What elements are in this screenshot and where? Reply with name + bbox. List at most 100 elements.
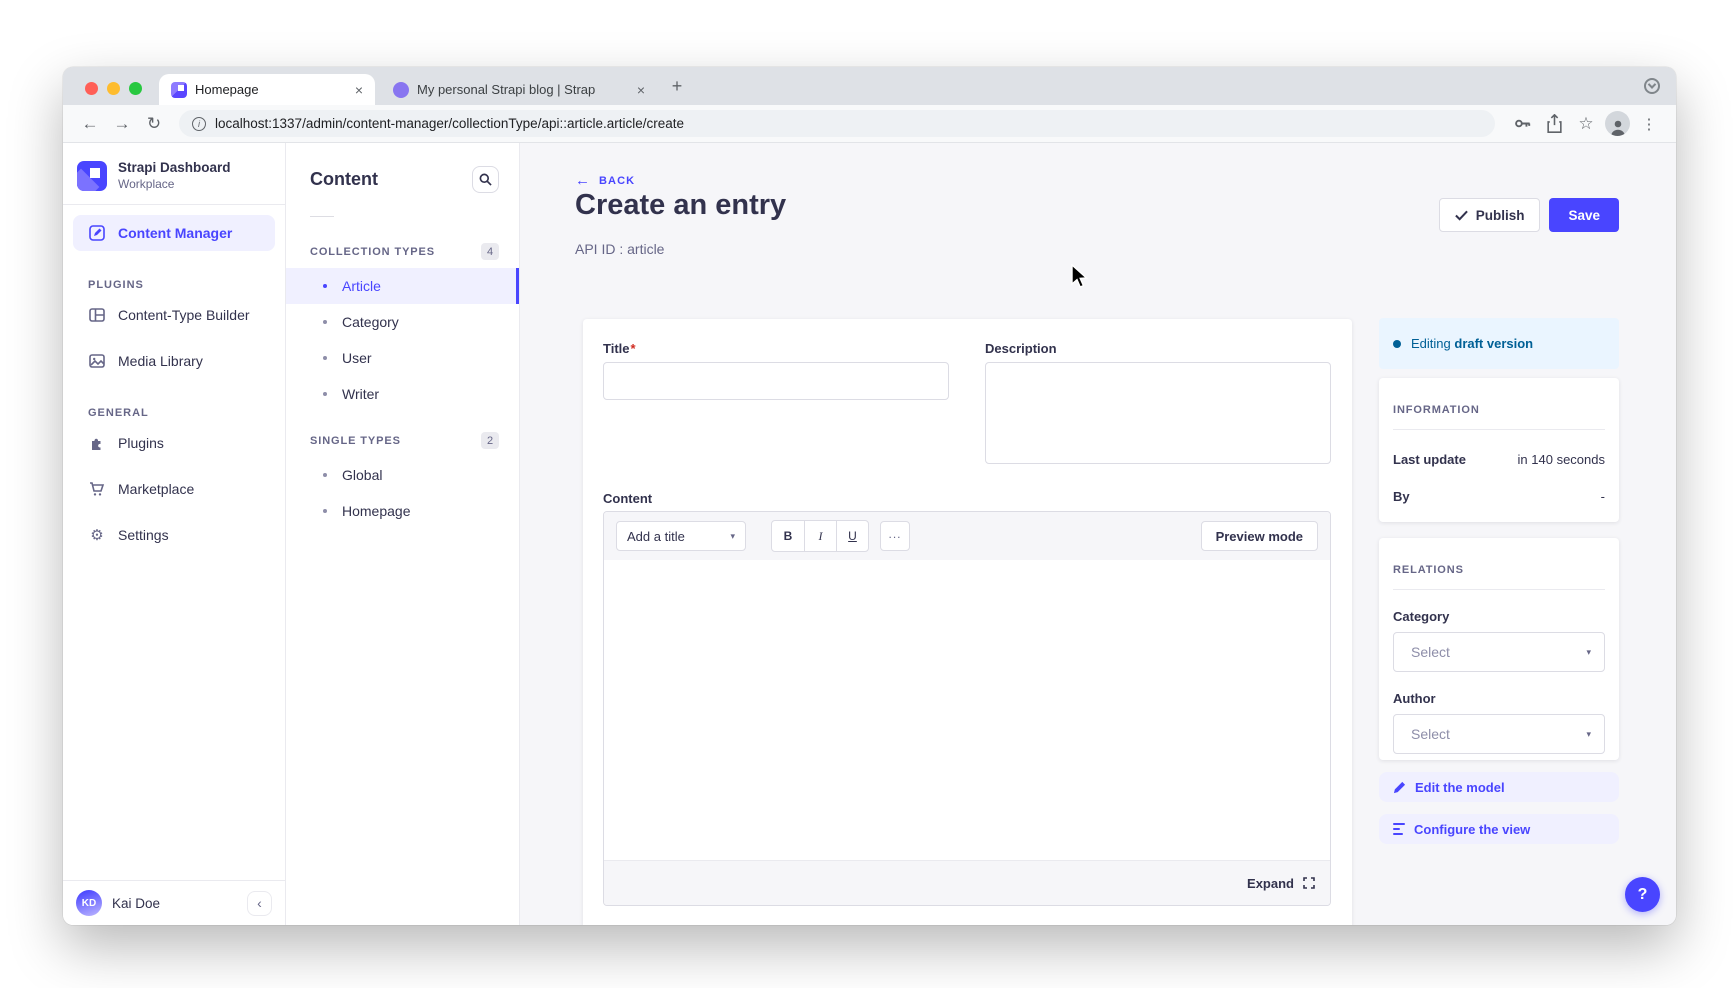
sidebar-item-label: Settings [118, 527, 169, 543]
forward-nav-icon[interactable]: → [109, 111, 135, 137]
edit-model-label: Edit the model [1415, 780, 1505, 795]
description-field-label: Description [985, 341, 1057, 356]
help-button[interactable]: ? [1625, 877, 1660, 912]
nav-item-article[interactable]: Article [286, 268, 519, 304]
bullet-icon [323, 356, 327, 360]
main-content: ← BACK Create an entry API ID : article … [520, 143, 1676, 925]
minimize-window-button[interactable] [107, 82, 120, 95]
save-button[interactable]: Save [1549, 198, 1619, 232]
entry-form-card: Title* Description Content Add a title ▾… [583, 319, 1352, 925]
bullet-icon [323, 320, 327, 324]
close-window-button[interactable] [85, 82, 98, 95]
close-tab-icon[interactable]: × [635, 82, 647, 98]
sidebar-item-label: Media Library [118, 353, 203, 369]
strapi-favicon [171, 82, 187, 98]
nav-item-category[interactable]: Category [286, 304, 519, 340]
edit-the-model-button[interactable]: Edit the model [1379, 772, 1619, 802]
content-nav: Content COLLECTION TYPES 4 Article Categ… [286, 143, 520, 925]
sidebar-item-settings[interactable]: ⚙ Settings [73, 517, 275, 553]
content-nav-title: Content [310, 169, 378, 190]
description-textarea[interactable] [985, 362, 1331, 464]
password-key-icon[interactable] [1509, 111, 1535, 137]
publish-button[interactable]: Publish [1439, 198, 1541, 232]
status-dot-icon [1393, 340, 1401, 348]
nav-item-writer[interactable]: Writer [286, 376, 519, 412]
underline-button[interactable]: U [836, 521, 868, 551]
tab-strapi-blog[interactable]: My personal Strapi blog | Strap × [381, 74, 657, 105]
sidebar-item-content-manager[interactable]: Content Manager [73, 215, 275, 251]
nav-item-label: Homepage [342, 503, 411, 519]
address-bar[interactable]: i localhost:1337/admin/content-manager/c… [179, 110, 1495, 137]
save-label: Save [1568, 208, 1600, 223]
back-arrow-icon: ← [575, 172, 590, 189]
site-info-icon[interactable]: i [192, 117, 206, 131]
user-avatar[interactable]: KD [76, 890, 102, 916]
nav-item-label: Global [342, 467, 382, 483]
draft-version-banner: Editing draft version [1379, 318, 1619, 369]
sidebar-user-row: KD Kai Doe ‹ [63, 880, 285, 925]
divider [1393, 589, 1605, 590]
format-button-group: B I U [771, 520, 869, 552]
sidebar-item-label: Marketplace [118, 481, 194, 497]
relations-box: RELATIONS Category Select ▾ Author Selec… [1379, 538, 1619, 760]
preview-mode-button[interactable]: Preview mode [1201, 521, 1318, 551]
gear-icon: ⚙ [89, 526, 105, 544]
sidebar-item-content-type-builder[interactable]: Content-Type Builder [73, 297, 275, 333]
close-tab-icon[interactable]: × [353, 82, 365, 98]
sidebar-item-plugins[interactable]: Plugins [73, 425, 275, 461]
new-tab-button[interactable]: + [665, 75, 689, 99]
puzzle-icon [89, 435, 105, 451]
heading-select[interactable]: Add a title ▾ [616, 521, 746, 551]
back-nav-icon[interactable]: ← [77, 111, 103, 137]
workspace-brand[interactable]: Strapi Dashboard Workplace [63, 143, 285, 204]
divider [310, 216, 334, 217]
share-icon[interactable] [1541, 111, 1567, 137]
by-value: - [1601, 489, 1605, 504]
editor-toolbar: Add a title ▾ B I U ... Preview mode [604, 512, 1330, 560]
nav-item-user[interactable]: User [286, 340, 519, 376]
page-title: Create an entry [575, 189, 786, 222]
markdown-editor: Add a title ▾ B I U ... Preview mode [603, 511, 1331, 906]
pen-icon [89, 225, 105, 241]
bookmark-star-icon[interactable]: ☆ [1573, 111, 1599, 137]
bullet-icon [323, 392, 327, 396]
author-select[interactable]: Select ▾ [1393, 714, 1605, 754]
bullet-icon [323, 509, 327, 513]
back-link[interactable]: ← BACK [575, 172, 635, 189]
tab-homepage[interactable]: Homepage × [159, 74, 375, 105]
italic-button[interactable]: I [804, 521, 836, 551]
collection-count-badge: 4 [481, 243, 499, 260]
sidebar-item-marketplace[interactable]: Marketplace [73, 471, 275, 507]
author-select-placeholder: Select [1411, 726, 1450, 742]
information-box: INFORMATION Last update in 140 seconds B… [1379, 378, 1619, 522]
nav-item-global[interactable]: Global [286, 457, 519, 493]
api-id-subtitle: API ID : article [575, 241, 664, 257]
last-update-label: Last update [1393, 452, 1466, 467]
bullet-icon [323, 284, 327, 288]
layout-icon [89, 307, 105, 323]
category-select[interactable]: Select ▾ [1393, 632, 1605, 672]
strapi-app: Strapi Dashboard Workplace Content Manag… [63, 143, 1676, 925]
expand-button[interactable]: Expand [1247, 876, 1294, 891]
expand-icon[interactable] [1303, 877, 1315, 889]
browser-status-icon[interactable] [1644, 78, 1660, 94]
reload-icon[interactable]: ↻ [141, 111, 167, 137]
nav-item-label: Article [342, 278, 381, 294]
bold-button[interactable]: B [772, 521, 804, 551]
group-label-single-types: SINGLE TYPES [310, 435, 401, 447]
configure-the-view-button[interactable]: Configure the view [1379, 814, 1619, 844]
nav-item-homepage[interactable]: Homepage [286, 493, 519, 529]
zoom-window-button[interactable] [129, 82, 142, 95]
search-button[interactable] [472, 166, 499, 193]
more-options-button[interactable]: ... [880, 521, 910, 551]
group-label-collection-types: COLLECTION TYPES [310, 246, 435, 258]
browser-profile-avatar[interactable] [1605, 111, 1630, 136]
title-input[interactable] [603, 362, 949, 400]
collapse-sidebar-button[interactable]: ‹ [247, 891, 272, 916]
content-field-label: Content [603, 491, 652, 506]
publish-label: Publish [1476, 208, 1525, 223]
sidebar-item-media-library[interactable]: Media Library [73, 343, 275, 379]
adjust-lines-icon [1393, 823, 1405, 836]
browser-menu-icon[interactable]: ⋮ [1636, 111, 1662, 137]
editor-textarea[interactable] [604, 560, 1330, 860]
